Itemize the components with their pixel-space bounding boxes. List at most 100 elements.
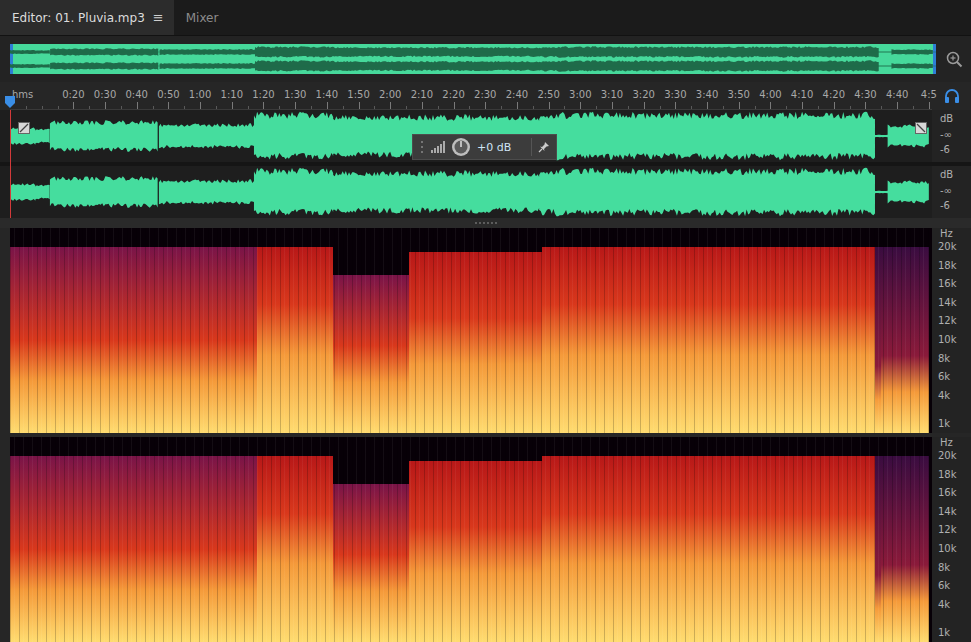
- tick-label: 3:20: [632, 89, 654, 100]
- hz-label: 1k: [938, 627, 950, 639]
- minor-tick: [660, 106, 661, 109]
- tick-label: 0:50: [157, 89, 179, 100]
- minor-tick: [279, 106, 280, 109]
- playhead-marker-icon[interactable]: [4, 95, 16, 109]
- tick-label: 4:30: [854, 89, 876, 100]
- tick-label: 1:20: [252, 89, 274, 100]
- minor-tick: [596, 106, 597, 109]
- tick-label: 1:50: [347, 89, 369, 100]
- major-tick: [865, 102, 866, 109]
- hz-label: 18k: [938, 260, 957, 272]
- minor-tick: [153, 106, 154, 109]
- hz-axis: Hz20k18k16k14k12k10k8k6k4k1k: [932, 437, 971, 642]
- editor-tab[interactable]: Mixer: [174, 0, 229, 35]
- divider-grip-icon[interactable]: [473, 221, 499, 225]
- db-axis: dB-∞-6: [932, 110, 971, 162]
- spectrogram-segment: [333, 437, 409, 642]
- major-tick: [359, 102, 360, 109]
- spectrogram-segment: [10, 228, 257, 433]
- db-mark: -∞: [940, 129, 971, 141]
- overview-waveform: [10, 44, 936, 74]
- minor-tick: [786, 106, 787, 109]
- hz-label: 16k: [938, 487, 957, 499]
- minor-tick: [501, 106, 502, 109]
- time-ruler[interactable]: hms0:200:300:400:501:001:101:201:301:401…: [10, 82, 932, 110]
- hz-label: 14k: [938, 506, 957, 518]
- tick-label: 3:40: [696, 89, 718, 100]
- hz-label: 6k: [938, 371, 950, 383]
- tab-menu-icon[interactable]: ≡: [153, 10, 164, 25]
- major-tick: [675, 102, 676, 109]
- hz-label: 4k: [938, 390, 950, 402]
- major-tick: [295, 102, 296, 109]
- hz-label: 18k: [938, 469, 957, 481]
- waveform-track[interactable]: [10, 166, 932, 218]
- tick-label: 2:40: [506, 89, 528, 100]
- tick-label: 1:00: [189, 89, 211, 100]
- major-tick: [454, 102, 455, 109]
- spectrogram-segment: [257, 437, 333, 642]
- major-tick: [390, 102, 391, 109]
- hz-label: 4k: [938, 599, 950, 611]
- gain-hud[interactable]: +0 dB: [412, 134, 557, 160]
- minor-tick: [184, 106, 185, 109]
- panel-divider[interactable]: [0, 218, 971, 228]
- tick-label: 4:20: [823, 89, 845, 100]
- overview-strip[interactable]: [10, 44, 936, 74]
- major-tick: [263, 102, 264, 109]
- spectrogram-segment: [333, 228, 409, 433]
- spectrogram-segment: [542, 437, 875, 642]
- gain-value[interactable]: +0 dB: [477, 141, 525, 154]
- hz-label: 14k: [938, 297, 957, 309]
- spectrogram-track[interactable]: [10, 228, 932, 433]
- spectrogram-track[interactable]: [10, 437, 932, 642]
- minor-tick: [406, 106, 407, 109]
- editor-tab[interactable]: Editor: 01. Pluvia.mp3 ≡: [0, 0, 174, 35]
- grip-icon[interactable]: [419, 139, 425, 155]
- major-tick: [422, 102, 423, 109]
- major-tick: [137, 102, 138, 109]
- level-bars-icon: [431, 141, 445, 153]
- minor-tick: [42, 106, 43, 109]
- spectrogram-segment: [257, 228, 333, 433]
- hz-label: 10k: [938, 543, 957, 555]
- fade-in-handle-icon[interactable]: [18, 122, 30, 134]
- spectrogram-segment: [409, 437, 542, 642]
- tick-label: 0:40: [126, 89, 148, 100]
- ruler-unit: hms: [12, 89, 33, 100]
- headphones-icon[interactable]: [943, 88, 961, 104]
- minor-tick: [564, 106, 565, 109]
- tick-label: 4:00: [759, 89, 781, 100]
- db-mark: -6: [940, 200, 971, 212]
- tick-label: 4:5: [921, 89, 937, 100]
- major-tick: [739, 102, 740, 109]
- major-tick: [485, 102, 486, 109]
- pin-icon[interactable]: [538, 141, 550, 153]
- minor-tick: [628, 106, 629, 109]
- fade-out-handle-icon[interactable]: [915, 122, 927, 134]
- zoom-icon[interactable]: [945, 50, 963, 68]
- hz-label: 16k: [938, 278, 957, 290]
- waveform: [10, 166, 932, 218]
- hz-label: 12k: [938, 524, 957, 536]
- major-tick: [770, 102, 771, 109]
- hz-label: 20k: [938, 241, 957, 253]
- major-tick: [580, 102, 581, 109]
- playhead-line[interactable]: [10, 110, 11, 218]
- major-tick: [105, 102, 106, 109]
- hz-label: 1k: [938, 418, 950, 430]
- minor-tick: [881, 106, 882, 109]
- hz-label: 6k: [938, 580, 950, 592]
- spectrogram-segment: [881, 437, 929, 642]
- major-tick: [73, 102, 74, 109]
- major-tick: [549, 102, 550, 109]
- gain-knob-icon[interactable]: [451, 137, 471, 157]
- tab-label: Editor: 01. Pluvia.mp3: [12, 11, 145, 25]
- major-tick: [327, 102, 328, 109]
- minor-tick: [216, 106, 217, 109]
- tick-label: 3:50: [727, 89, 749, 100]
- hz-axis: Hz20k18k16k14k12k10k8k6k4k1k: [932, 228, 971, 433]
- tick-label: 4:10: [791, 89, 813, 100]
- hz-label: 10k: [938, 334, 957, 346]
- minor-tick: [311, 106, 312, 109]
